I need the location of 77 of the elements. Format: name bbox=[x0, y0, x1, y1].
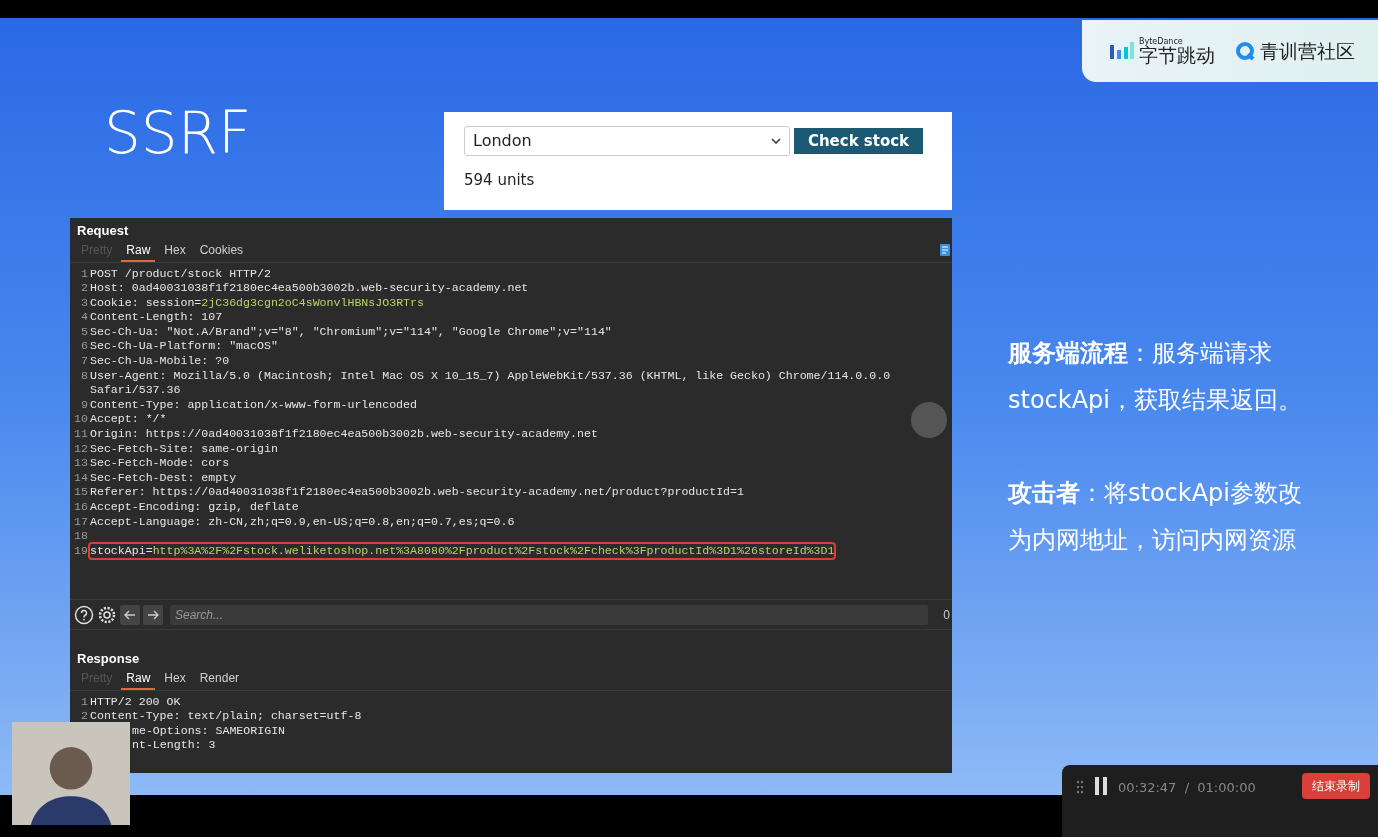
line-number: 1 bbox=[80, 694, 89, 710]
settings-icon[interactable] bbox=[97, 604, 117, 625]
tab[interactable]: Raw bbox=[121, 242, 156, 262]
chevron-down-icon bbox=[771, 138, 781, 144]
code-line: Accept-Language: zh-CN,zh;q=0.9,en-US;q=0.8,en;q=0.7,es;q=0.6 bbox=[90, 514, 515, 530]
line-number: 13 bbox=[74, 456, 89, 471]
line-number: 1 bbox=[80, 266, 89, 282]
panel-heading: Request bbox=[76, 222, 130, 240]
tab[interactable]: Raw bbox=[121, 670, 156, 690]
line-number: 2 bbox=[80, 281, 89, 296]
help-icon[interactable] bbox=[74, 604, 94, 625]
recording-time: 00:32:47 / 01:00:00 bbox=[1118, 779, 1256, 797]
search-field[interactable]: Search... bbox=[170, 604, 928, 625]
code-line: POST /product/stock HTTP/2 bbox=[90, 266, 271, 282]
slide-title: SSRF bbox=[104, 98, 252, 169]
q-logo-icon bbox=[1235, 41, 1255, 61]
code-line: Origin: https://0ad40031038f1f2180ec4ea500b3002b.web-security-academy.net bbox=[90, 427, 598, 442]
tab[interactable]: Cookies bbox=[194, 242, 249, 262]
code-line: Sec-Fetch-Dest: empty bbox=[90, 470, 237, 486]
line-number: 17 bbox=[74, 514, 89, 530]
code-line: Content-Type: text/plain; charset=utf-8 bbox=[90, 709, 362, 724]
bars-logo-icon bbox=[1110, 41, 1134, 61]
arrow-left-icon bbox=[124, 609, 136, 620]
note-paragraph: 攻击者：将stockApi参数改为内网地址，访问内网资源 bbox=[1008, 478, 1303, 556]
logo-text: 字节跳动 bbox=[1139, 45, 1215, 65]
code-line: Sec-Ch-Ua-Platform: "macOS" bbox=[90, 339, 278, 355]
previous-button[interactable] bbox=[120, 604, 140, 625]
drag-handle-icon[interactable] bbox=[1076, 780, 1084, 794]
logo-text: 青训营社区 bbox=[1260, 38, 1355, 64]
line-number: 15 bbox=[74, 485, 89, 500]
panel-heading: Response bbox=[76, 650, 141, 669]
code-line: Cookie: session=2jC36dg3cgn2oC4sWonvlHBNsJO3RTrs bbox=[90, 295, 424, 311]
pause-icon[interactable] bbox=[1094, 776, 1108, 796]
line-number: 3 bbox=[80, 295, 89, 311]
code-line: Sec-Ch-Ua: "Not.A/Brand";v="8", "Chromium";v="114", "Google Chrome";v="114" bbox=[90, 324, 612, 340]
check-stock-button[interactable]: Check stock bbox=[794, 128, 923, 154]
code-line: Content-Type: application/x-www-form-urlencoded bbox=[90, 397, 417, 413]
tab[interactable]: Hex bbox=[159, 242, 191, 262]
line-number: 12 bbox=[74, 441, 89, 457]
line-number: 4 bbox=[80, 310, 89, 325]
line-number: 8 bbox=[80, 368, 89, 384]
stock-result: 594 units bbox=[464, 170, 536, 191]
line-number: 16 bbox=[74, 500, 89, 515]
line-number: 9 bbox=[80, 397, 89, 413]
code-line: Sec-Ch-Ua-Mobile: ?0 bbox=[90, 354, 230, 369]
note-paragraph: 服务端流程：服务端请求stockApi，获取结果返回。 bbox=[1008, 338, 1303, 416]
code-line: Sec-Fetch-Site: same-origin bbox=[90, 441, 278, 457]
code-line: me-Options: SAMEORIGIN bbox=[132, 723, 286, 739]
line-number: 11 bbox=[74, 427, 89, 442]
line-number: 5 bbox=[80, 324, 89, 340]
line-number: 6 bbox=[80, 339, 89, 355]
line-number: 10 bbox=[74, 412, 89, 428]
code-line: HTTP/2 200 OK bbox=[90, 694, 181, 710]
list-icon[interactable] bbox=[940, 244, 950, 256]
location-select[interactable]: London bbox=[464, 126, 790, 156]
line-number: 19 bbox=[74, 543, 89, 559]
code-line: Host: 0ad40031038f1f2180ec4ea500b3002b.web-security-academy.net bbox=[90, 281, 529, 296]
tab[interactable]: Render bbox=[194, 670, 245, 690]
line-number: 7 bbox=[80, 354, 89, 369]
tab[interactable]: Hex bbox=[159, 670, 191, 690]
code-line: Accept-Encoding: gzip, deflate bbox=[90, 500, 299, 515]
stop-recording-button[interactable]: 结束录制 bbox=[1302, 773, 1370, 799]
arrow-right-icon bbox=[147, 609, 159, 620]
line-number: 18 bbox=[74, 529, 89, 544]
code-line: Referer: https://0ad40031038f1f2180ec4ea500b3002b.web-security-academy.net/product?productId=1 bbox=[90, 485, 744, 500]
code-line: Accept: */* bbox=[90, 412, 167, 428]
next-button[interactable] bbox=[143, 604, 163, 625]
line-number: 2 bbox=[80, 709, 89, 724]
code-line: nt-Length: 3 bbox=[132, 738, 216, 753]
logo-caption: ByteDance bbox=[1139, 37, 1184, 46]
match-count: 0 bbox=[943, 606, 950, 624]
line-number: 14 bbox=[74, 470, 89, 486]
code-line: Content-Length: 107 bbox=[90, 310, 223, 325]
code-line: User-Agent: Mozilla/5.0 (Macintosh; Intel Mac OS X 10_15_7) AppleWebKit/537.36 (KHTML, like Gecko) Chrome/114.0.0.0 Safari/537.36 bbox=[90, 368, 932, 398]
code-line: stockApi=http%3A%2F%2Fstock.weliketoshop.net%3A8080%2Fproduct%2Fstock%2Fcheck%3FproductId%3D1%26storeId%3D1 bbox=[90, 543, 835, 559]
cursor-highlight bbox=[911, 402, 947, 438]
code-line: Sec-Fetch-Mode: cors bbox=[90, 456, 230, 471]
